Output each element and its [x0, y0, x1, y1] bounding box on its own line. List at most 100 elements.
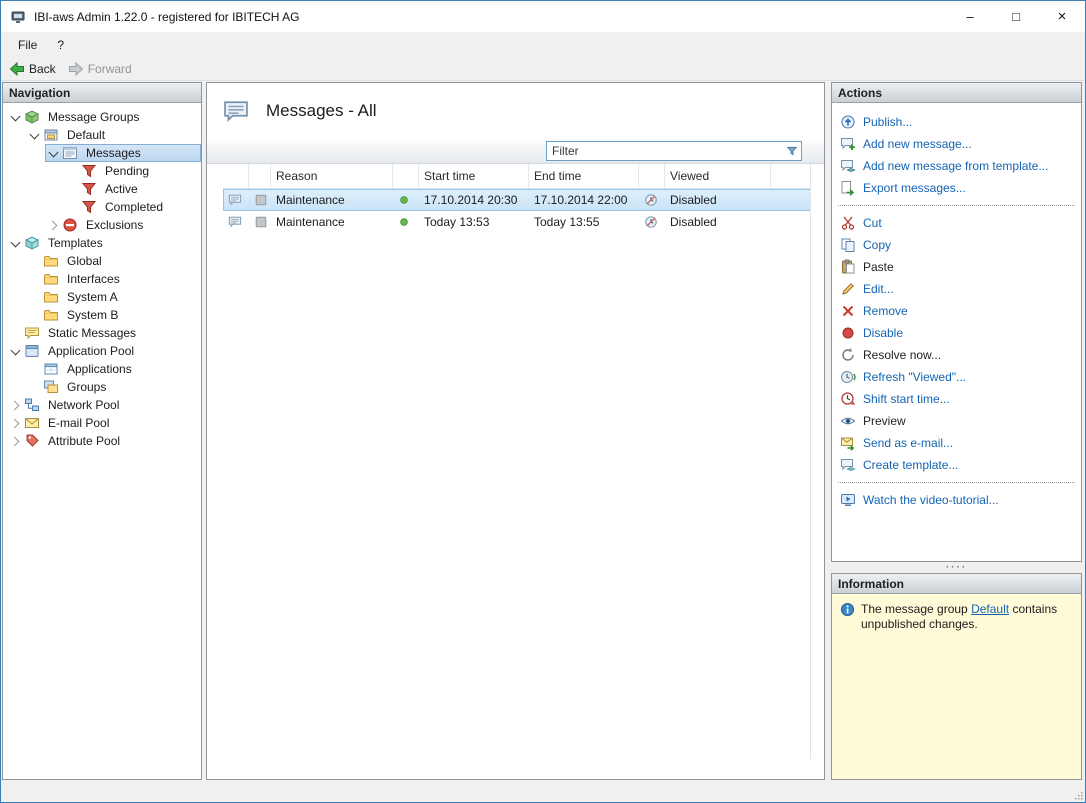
close-button[interactable]: ×	[1039, 1, 1085, 32]
tree-expander-icon[interactable]	[26, 289, 43, 305]
tree-expander-icon[interactable]	[7, 343, 24, 359]
messages-table: Reason Start time End time Viewed Mainte…	[223, 164, 811, 759]
tree-expander-icon[interactable]	[7, 235, 24, 251]
message-bubble-icon	[228, 193, 242, 207]
message-row[interactable]: Maintenance 17.10.2014 20:30 17.10.2014 …	[223, 189, 811, 211]
column-message-icon[interactable]	[223, 164, 249, 188]
column-end-time[interactable]: End time	[529, 164, 639, 188]
menu-item[interactable]: File	[8, 35, 47, 55]
menu-item[interactable]: ?	[47, 35, 74, 55]
tree-expander-icon[interactable]	[26, 127, 43, 143]
tree-item[interactable]: Groups	[26, 378, 201, 396]
tree-expander-icon[interactable]	[26, 253, 43, 269]
reason-cell: Maintenance	[271, 189, 393, 211]
tree-item[interactable]: Exclusions	[45, 216, 201, 234]
tree-expander-icon[interactable]	[7, 109, 24, 125]
message-row[interactable]: Maintenance Today 13:53 Today 13:55 Disa…	[223, 211, 811, 233]
tree-expander-icon[interactable]	[64, 199, 81, 215]
tree-expander-icon[interactable]	[26, 361, 43, 377]
tree-item[interactable]: Message Groups	[7, 108, 201, 126]
remove-icon	[840, 303, 856, 319]
action-item[interactable]: Add new message from template...	[840, 155, 1081, 177]
tree-item[interactable]: Global	[26, 252, 201, 270]
tree-item-label: Attribute Pool	[45, 433, 123, 449]
action-item[interactable]: Publish...	[840, 111, 1081, 133]
action-label: Copy	[863, 238, 891, 252]
viewed-state-icon	[644, 193, 658, 207]
tree-item[interactable]: Default	[26, 126, 201, 144]
action-label: Disable	[863, 326, 903, 340]
viewed-state-icon	[644, 215, 658, 229]
tree-expander-icon[interactable]	[26, 379, 43, 395]
action-item[interactable]: Watch the video-tutorial...	[840, 489, 1081, 511]
column-viewed-icon[interactable]	[639, 164, 665, 188]
tree-item[interactable]: Interfaces	[26, 270, 201, 288]
tree-item[interactable]: E-mail Pool	[7, 414, 201, 432]
tree-expander-icon[interactable]	[7, 397, 24, 413]
tree-expander-icon[interactable]	[26, 271, 43, 287]
action-item[interactable]: Paste	[840, 256, 1081, 278]
panel-splitter[interactable]: ····	[831, 562, 1082, 573]
tree-expander-icon[interactable]	[7, 415, 24, 431]
attribute-pool-icon	[24, 433, 40, 449]
column-reason[interactable]: Reason	[271, 164, 393, 188]
action-item[interactable]: Copy	[840, 234, 1081, 256]
action-item[interactable]: Export messages...	[840, 177, 1081, 199]
tree-expander-icon[interactable]	[45, 217, 62, 233]
action-item[interactable]: Remove	[840, 300, 1081, 322]
application-pool-icon	[24, 343, 40, 359]
column-priority[interactable]	[249, 164, 271, 188]
tree-item[interactable]: Static Messages	[7, 324, 201, 342]
table-header: Reason Start time End time Viewed	[223, 164, 811, 189]
filter-input[interactable]	[547, 144, 786, 158]
minimize-button[interactable]: –	[947, 1, 993, 32]
column-start-time[interactable]: Start time	[419, 164, 529, 188]
action-label: Paste	[863, 260, 894, 274]
action-item[interactable]: Cut	[840, 212, 1081, 234]
tree-item[interactable]: Applications	[26, 360, 201, 378]
resize-grip-icon[interactable]	[1072, 789, 1084, 801]
action-item[interactable]: Preview	[840, 410, 1081, 432]
paste-icon	[840, 259, 856, 275]
tree-expander-icon[interactable]	[64, 163, 81, 179]
tree-item[interactable]: Pending	[64, 162, 201, 180]
tree-expander-icon[interactable]	[26, 307, 43, 323]
action-item[interactable]: Edit...	[840, 278, 1081, 300]
tree-item[interactable]: System B	[26, 306, 201, 324]
tree-item[interactable]: Network Pool	[7, 396, 201, 414]
column-viewed[interactable]: Viewed	[665, 164, 771, 188]
tree-item[interactable]: Messages	[45, 144, 201, 162]
forward-button[interactable]: Forward	[68, 61, 132, 77]
tree-expander-icon[interactable]	[45, 145, 62, 161]
tree-expander-icon[interactable]	[7, 433, 24, 449]
back-button[interactable]: Back	[9, 61, 56, 77]
table-edge-line	[810, 164, 811, 759]
tree-item-label: Templates	[45, 235, 106, 251]
email-pool-icon	[24, 415, 40, 431]
video-tutorial-icon	[840, 492, 856, 508]
action-item[interactable]: Add new message...	[840, 133, 1081, 155]
message-group-link[interactable]: Default	[971, 602, 1009, 616]
page-title-row: Messages - All	[207, 83, 824, 139]
tree-expander-icon[interactable]	[7, 325, 24, 341]
maximize-button[interactable]: □	[993, 1, 1039, 32]
end-time-cell: 17.10.2014 22:00	[529, 189, 639, 211]
tree-item[interactable]: Templates	[7, 234, 201, 252]
action-item[interactable]: Disable	[840, 322, 1081, 344]
tree-item[interactable]: Attribute Pool	[7, 432, 201, 450]
tree-item[interactable]: System A	[26, 288, 201, 306]
action-item[interactable]: Shift start time...	[840, 388, 1081, 410]
tree-item[interactable]: Active	[64, 180, 201, 198]
titlebar: IBI-aws Admin 1.22.0 - registered for IB…	[1, 1, 1085, 32]
action-item[interactable]: Refresh "Viewed"...	[840, 366, 1081, 388]
tree-item[interactable]: Application Pool	[7, 342, 201, 360]
reason-cell: Maintenance	[271, 211, 393, 233]
tree-expander-icon[interactable]	[64, 181, 81, 197]
filter-red-icon	[81, 181, 97, 197]
action-item[interactable]: Create template...	[840, 454, 1081, 476]
column-status[interactable]	[393, 164, 419, 188]
tree-item[interactable]: Completed	[64, 198, 201, 216]
filter-icon[interactable]	[786, 145, 798, 157]
action-item[interactable]: Resolve now...	[840, 344, 1081, 366]
action-item[interactable]: Send as e-mail...	[840, 432, 1081, 454]
